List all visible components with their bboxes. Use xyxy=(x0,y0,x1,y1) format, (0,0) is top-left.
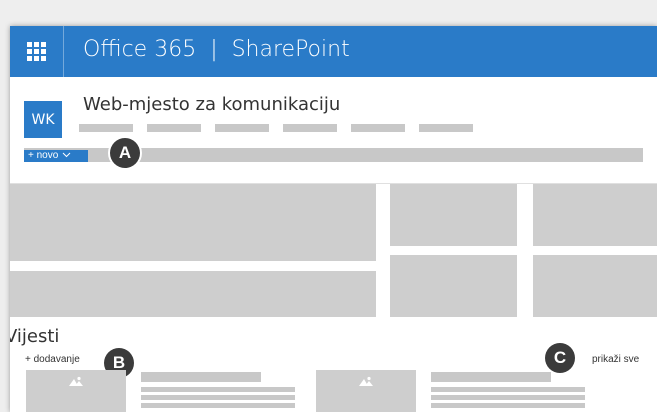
new-button[interactable]: + novo xyxy=(24,150,88,162)
news-text-placeholder xyxy=(431,395,585,400)
news-text-placeholder xyxy=(431,387,585,392)
image-icon xyxy=(69,376,83,386)
nav-link-placeholder[interactable] xyxy=(215,124,269,132)
callout-c: C xyxy=(545,343,575,373)
hero-tile[interactable] xyxy=(390,255,517,317)
hero-tile[interactable] xyxy=(390,184,517,246)
add-news-link[interactable]: + dodavanje xyxy=(25,354,80,365)
news-text-placeholder xyxy=(141,403,295,408)
nav-link-placeholder[interactable] xyxy=(351,124,405,132)
suite-bar: Office 365 | SharePoint xyxy=(10,26,657,77)
nav-link-placeholder[interactable] xyxy=(419,124,473,132)
hero-tile[interactable] xyxy=(533,255,657,317)
news-title-placeholder[interactable] xyxy=(431,372,551,382)
hero-tile[interactable] xyxy=(533,184,657,246)
new-button-label: + novo xyxy=(28,150,59,161)
callout-a: A xyxy=(110,138,140,168)
image-icon xyxy=(359,376,373,386)
nav-link-placeholder[interactable] xyxy=(147,124,201,132)
nav-link-placeholder[interactable] xyxy=(79,124,133,132)
waffle-icon xyxy=(26,41,47,62)
chevron-down-icon xyxy=(62,153,71,158)
sharepoint-page: Office 365 | SharePoint WK Web-mjesto za… xyxy=(10,26,657,412)
news-text-placeholder xyxy=(431,403,585,408)
see-all-link[interactable]: prikaži sve xyxy=(592,354,639,365)
site-title[interactable]: Web-mjesto za komunikaciju xyxy=(83,94,340,115)
news-text-placeholder xyxy=(141,387,295,392)
news-thumbnail[interactable] xyxy=(316,370,416,412)
suite-title: Office 365 | SharePoint xyxy=(83,37,350,62)
news-text-placeholder xyxy=(141,395,295,400)
news-heading: Vijesti xyxy=(10,326,60,347)
news-thumbnail[interactable] xyxy=(26,370,126,412)
hero-main-tile-extension xyxy=(10,271,376,317)
app-launcher-button[interactable] xyxy=(10,26,64,77)
hero-main-tile[interactable] xyxy=(10,184,376,261)
nav-link-placeholder[interactable] xyxy=(283,124,337,132)
news-title-placeholder[interactable] xyxy=(141,372,261,382)
site-logo[interactable]: WK xyxy=(24,101,62,138)
